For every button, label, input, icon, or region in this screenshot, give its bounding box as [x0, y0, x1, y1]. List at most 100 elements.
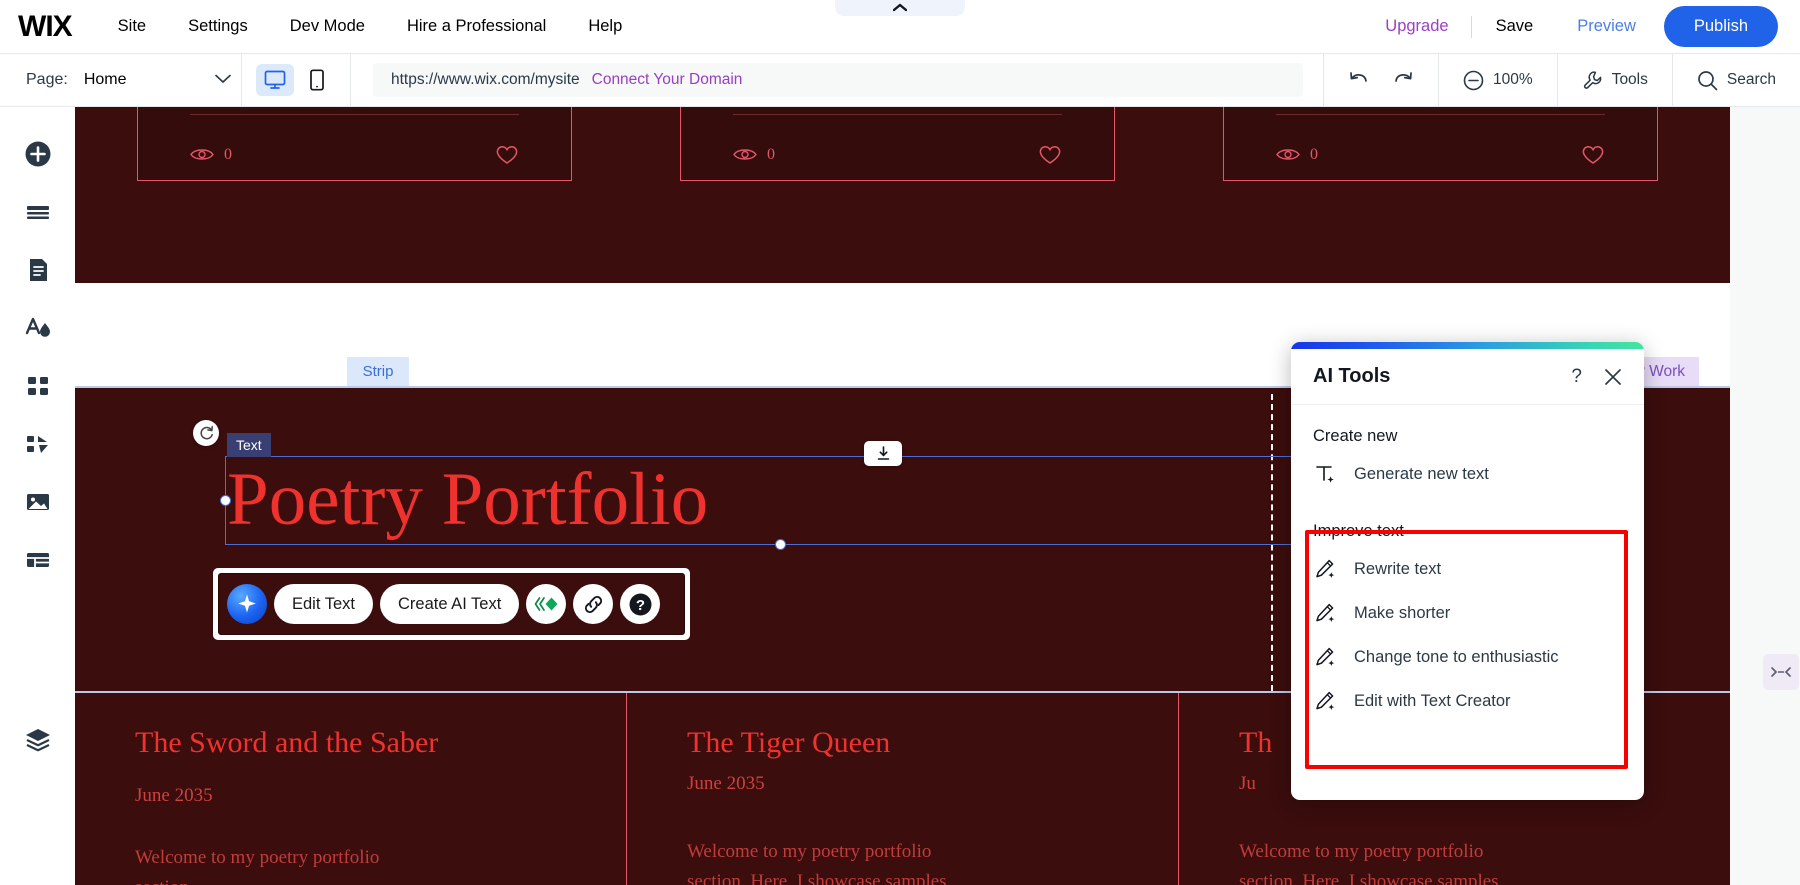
ai-item-label: Edit with Text Creator [1354, 691, 1511, 710]
sidebar-item-media-manager[interactable] [11, 475, 65, 529]
gallery-card[interactable]: 0 [680, 107, 1115, 181]
nav-item-help[interactable]: Help [588, 17, 622, 36]
link-button[interactable] [573, 584, 614, 624]
add-plus-icon [25, 141, 50, 167]
element-type-tag: Text [227, 433, 271, 457]
heart-icon[interactable] [1581, 144, 1605, 165]
business-tools-icon [26, 436, 48, 453]
ai-item-edit-with-text-creator[interactable]: Edit with Text Creator [1291, 679, 1644, 723]
pencil-sparkle-icon [1313, 646, 1337, 668]
pencil-sparkle-glyph [1316, 559, 1335, 578]
gallery-card[interactable]: 0 [1223, 107, 1658, 181]
publish-button[interactable]: Publish [1663, 6, 1778, 47]
page-selector[interactable]: Page: Home [26, 71, 241, 89]
sidebar-item-content-manager[interactable] [11, 533, 65, 587]
connect-domain-link[interactable]: Connect Your Domain [592, 71, 743, 89]
heart-icon[interactable] [495, 144, 519, 165]
tools-button[interactable]: Tools [1582, 70, 1648, 91]
gallery-card[interactable]: 0 [137, 107, 572, 181]
eye-icon [733, 149, 757, 160]
ai-item-rewrite-text[interactable]: Rewrite text [1291, 547, 1644, 591]
ai-item-change-tone-to-enthusiastic[interactable]: Change tone to enthusiastic [1291, 635, 1644, 679]
ai-item-generate-new-text[interactable]: Generate new text [1291, 452, 1644, 496]
sidebar-item-site-design[interactable] [11, 301, 65, 355]
sidebar-item-add-section[interactable] [11, 185, 65, 239]
ai-item-make-shorter[interactable]: Make shorter [1291, 591, 1644, 635]
poem-column[interactable]: The Tiger Queen June 2035 Welcome to my … [627, 693, 1179, 885]
help-icon: ? [629, 593, 652, 615]
view-count: 0 [1310, 145, 1318, 163]
poem-column[interactable]: The Sword and the Saber June 2035 Welcom… [75, 693, 627, 885]
create-ai-text-button[interactable]: Create AI Text [379, 584, 520, 624]
sidebar-item-pages[interactable] [11, 243, 65, 297]
redo-button[interactable] [1392, 70, 1414, 90]
card-divider [1276, 114, 1605, 115]
pencil-sparkle-glyph [1316, 603, 1335, 622]
mobile-icon [310, 69, 324, 91]
animation-icon [534, 597, 558, 611]
search-button[interactable]: Search [1697, 70, 1776, 91]
ai-item-label: Rewrite text [1354, 559, 1442, 578]
wix-logo[interactable]: WIX [18, 10, 73, 44]
download-button[interactable] [864, 441, 902, 466]
collapse-panel-button[interactable] [1763, 654, 1799, 690]
heart-icon[interactable] [1038, 144, 1062, 165]
card-meta: 0 [190, 144, 519, 165]
search-icon [1698, 70, 1718, 90]
question-mark-icon[interactable]: ? [1571, 367, 1582, 386]
close-icon[interactable] [1604, 368, 1622, 386]
poem-body: Welcome to my poetry portfolio section. … [1239, 841, 1499, 885]
sidebar-item-business-apps[interactable] [11, 417, 65, 471]
ai-item-label: Make shorter [1354, 603, 1451, 622]
sidebar-item-layers[interactable] [11, 712, 65, 766]
history-group [1324, 54, 1438, 107]
resize-handle-bottom[interactable] [775, 539, 786, 550]
ai-improve-text-title: Improve text [1313, 522, 1404, 540]
rotate-handle[interactable] [193, 420, 219, 446]
nav-item-dev-mode[interactable]: Dev Mode [290, 17, 365, 36]
toolbar-right-actions: 100% Tools Search [1323, 53, 1800, 107]
collapse-header-tab[interactable] [835, 0, 965, 16]
nav-item-settings[interactable]: Settings [188, 17, 248, 36]
view-count-group: 0 [733, 146, 775, 164]
desktop-view-button[interactable] [256, 64, 294, 96]
mobile-view-button[interactable] [298, 64, 336, 96]
edit-text-button[interactable]: Edit Text [274, 584, 373, 624]
eye-icon [190, 149, 214, 160]
pencil-sparkle-icon [1313, 558, 1337, 580]
sidebar-item-add-elements[interactable] [11, 127, 65, 181]
device-switcher [242, 64, 350, 96]
sidebar-item-app-market[interactable] [11, 359, 65, 413]
preview-button[interactable]: Preview [1557, 17, 1656, 36]
link-icon [584, 595, 602, 613]
svg-text:?: ? [636, 597, 645, 614]
undo-button[interactable] [1348, 70, 1370, 90]
site-url-bar[interactable]: https://www.wix.com/mysite Connect Your … [373, 63, 1303, 97]
theme-paint-icon [25, 317, 50, 337]
animation-button[interactable] [526, 584, 567, 624]
pencil-sparkle-glyph [1316, 647, 1335, 666]
upgrade-button[interactable]: Upgrade [1363, 17, 1470, 36]
wix-editor-screen: WIX Site Settings Dev Mode Hire a Profes… [0, 0, 1800, 885]
zoom-control[interactable]: 100% [1463, 70, 1533, 91]
chevron-up-icon [893, 3, 907, 12]
undo-icon [1350, 72, 1367, 82]
help-button[interactable]: ? [620, 584, 661, 624]
nav-item-site[interactable]: Site [118, 17, 146, 36]
hero-title-text[interactable]: Poetry Portfolio [227, 455, 1327, 545]
zoom-group: 100% [1439, 54, 1557, 107]
header-actions: Upgrade Save Preview Publish [1363, 6, 1800, 47]
strip-label[interactable]: Strip [347, 357, 409, 386]
save-button[interactable]: Save [1472, 17, 1558, 36]
sparkle-glyph-icon [238, 594, 256, 613]
pencil-sparkle-icon [1313, 602, 1337, 624]
resize-handle-left[interactable] [220, 495, 231, 506]
right-canvas-strip [1730, 107, 1800, 885]
nav-item-hire-a-professional[interactable]: Hire a Professional [407, 17, 546, 36]
layers-strip-icon [26, 206, 49, 219]
site-url-text: https://www.wix.com/mysite [391, 71, 580, 88]
poem-date: June 2035 [687, 773, 765, 794]
ai-sparkle-icon[interactable] [227, 584, 267, 624]
page-document-icon [29, 259, 47, 281]
ai-panel-header-actions: ? [1571, 367, 1622, 386]
